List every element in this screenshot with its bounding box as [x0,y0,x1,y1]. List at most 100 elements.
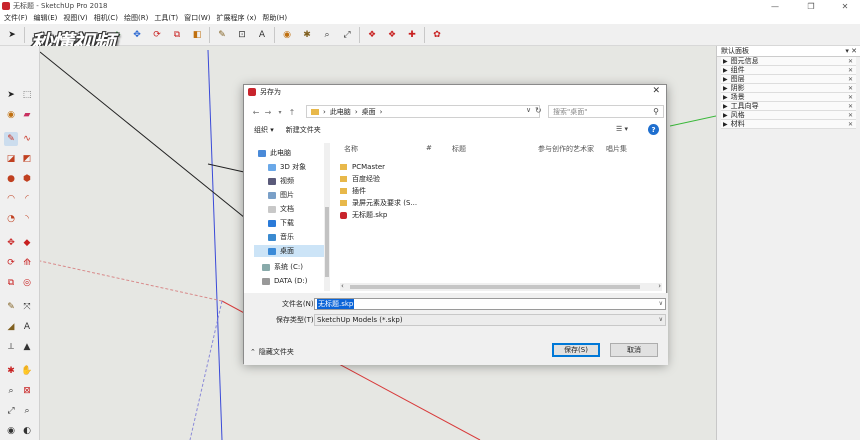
list-item[interactable]: 百度经验 [340,173,380,185]
zoom-window-icon[interactable]: ⊠ [20,384,34,398]
close-panel-icon[interactable]: ✕ [848,67,853,74]
rotated-rectangle-icon[interactable]: ◩ [20,152,34,166]
help-icon[interactable]: ? [648,124,659,135]
view-options-icon[interactable]: ☰ ▾ [616,125,628,133]
text-tool-icon[interactable]: A [20,320,34,334]
forward-arrow-icon[interactable]: → [262,108,274,117]
organize-button[interactable]: 组织 ▾ [254,125,274,135]
3d-text-icon[interactable]: ▲ [20,340,34,354]
back-arrow-icon[interactable]: ← [250,108,262,117]
new-folder-button[interactable]: 新建文件夹 [286,125,321,135]
move-icon[interactable]: ✥ [129,27,145,43]
position-camera-icon[interactable]: ◉ [4,424,18,438]
list-item[interactable]: 无标题.skp [340,209,387,221]
lasso-icon[interactable]: ⬚ [20,88,34,102]
orbit-tool-icon[interactable]: ✱ [4,364,18,378]
tray-controls[interactable]: ▾ ✕ [845,47,857,55]
rotate-icon[interactable]: ⟳ [149,27,165,43]
nav-item-system-c[interactable]: 系统 (C:) [262,261,303,273]
follow-me-icon[interactable]: ⟰ [20,256,34,270]
pan-icon[interactable]: ✋ [20,364,34,378]
nav-item-3d-objects[interactable]: 3D 对象 [268,161,306,173]
tape-measure-tool-icon[interactable]: ✎ [4,300,18,314]
previous-view-icon[interactable]: ⌕ [20,404,34,418]
dimension-tool-icon[interactable]: ⤧ [20,300,34,314]
move-tool-icon[interactable]: ✥ [4,236,18,250]
close-panel-icon[interactable]: ✕ [848,103,853,110]
menu-view[interactable]: 视图(V) [61,13,91,23]
select-arrow-icon[interactable]: ➤ [4,27,20,43]
list-item[interactable]: 插件 [340,185,366,197]
tape-measure-icon[interactable]: ✎ [214,27,230,43]
menu-extensions[interactable]: 扩展程序 (x) [214,13,260,23]
push-pull-tool-icon[interactable]: ◆ [20,236,34,250]
address-dropdown-icon[interactable]: ∨ [526,106,531,114]
close-panel-icon[interactable]: ✕ [848,85,853,92]
nav-item-videos[interactable]: 视频 [268,175,294,187]
line-pencil-icon[interactable]: ✎ [4,132,18,146]
menu-draw[interactable]: 绘图(R) [122,13,152,23]
freehand-icon[interactable]: ∿ [20,132,34,146]
nav-scrollbar[interactable] [324,143,330,291]
nav-item-documents[interactable]: 文档 [268,203,294,215]
breadcrumb-this-pc[interactable]: 此电脑 [330,107,351,117]
zoom-extents-tool-icon[interactable]: ⤢ [4,404,18,418]
close-window-button[interactable]: ✕ [830,0,860,12]
rotate-tool-icon[interactable]: ⟳ [4,256,18,270]
pie-icon[interactable]: ◔ [4,212,18,226]
scale-icon[interactable]: ⧉ [169,27,185,43]
eraser-icon[interactable]: ▰ [20,108,34,122]
orbit-icon[interactable]: ✱ [299,27,315,43]
paint-bucket-icon[interactable]: ◉ [279,27,295,43]
nav-item-music[interactable]: 音乐 [268,231,294,243]
scroll-right-icon[interactable]: › [658,282,661,290]
scroll-left-icon[interactable]: ‹ [341,282,344,290]
dimension-icon[interactable]: ⊡ [234,27,250,43]
up-arrow-icon[interactable]: ↑ [286,108,298,117]
walk-icon[interactable]: ◐ [20,424,34,438]
rectangle-icon[interactable]: ◪ [4,152,18,166]
nav-scroll-thumb[interactable] [325,207,329,277]
list-item[interactable]: 录屏元素及要求 (S... [340,197,417,209]
axes-icon[interactable]: ⟂ [4,340,18,354]
close-panel-icon[interactable]: ✕ [848,94,853,101]
arc-icon[interactable]: ◠ [4,192,18,206]
nav-item-pictures[interactable]: 图片 [268,189,294,201]
components-icon[interactable]: ❖ [384,27,400,43]
chevron-down-icon[interactable]: ∨ [659,300,663,307]
column-header-title[interactable]: 标题 [452,144,466,154]
polygon-icon[interactable]: ⬢ [20,172,34,186]
protractor-icon[interactable]: ◢ [4,320,18,334]
recent-dropdown-icon[interactable]: ▾ [274,109,286,116]
menu-edit[interactable]: 编辑(E) [32,13,62,23]
select-icon[interactable]: ➤ [4,88,18,102]
breadcrumb-desktop[interactable]: 桌面 [362,107,376,117]
menu-help[interactable]: 帮助(H) [260,13,291,23]
maximize-button[interactable]: ❐ [796,0,826,12]
search-input[interactable]: 搜索"桌面" ⚲ [548,105,664,118]
hscroll-thumb[interactable] [350,285,640,289]
close-panel-icon[interactable]: ✕ [848,121,853,128]
tray-panel-materials[interactable]: ▶ 材料 ✕ [721,120,856,129]
zoom-extents-icon[interactable]: ⤢ [339,27,355,43]
chevron-down-icon[interactable]: ∨ [659,316,663,323]
save-button[interactable]: 保存(S) [552,343,600,357]
three-point-arc-icon[interactable]: ◝ [20,212,34,226]
nav-item-data-d[interactable]: DATA (D:) [262,275,307,287]
menu-camera[interactable]: 相机(C) [92,13,122,23]
scale-tool-icon[interactable]: ⧉ [4,276,18,290]
list-item[interactable]: PCMaster [340,161,385,173]
zoom-tool-icon[interactable]: ⌕ [4,384,18,398]
circle-icon[interactable]: ● [4,172,18,186]
column-header-number[interactable]: # [426,144,432,152]
address-bar[interactable]: › 此电脑 › 桌面 › [306,105,540,118]
dialog-title-bar[interactable]: 另存为 ✕ [244,85,666,99]
cancel-button[interactable]: 取消 [610,343,658,357]
close-panel-icon[interactable]: ✕ [848,58,853,65]
minimize-button[interactable]: — [760,0,790,12]
offset-icon[interactable]: ◧ [189,27,205,43]
refresh-icon[interactable]: ↻ [535,106,542,115]
filetype-select[interactable]: SketchUp Models (*.skp) ∨ [314,314,666,326]
menu-file[interactable]: 文件(F) [2,13,32,23]
nav-item-this-pc[interactable]: 此电脑 [258,147,291,159]
